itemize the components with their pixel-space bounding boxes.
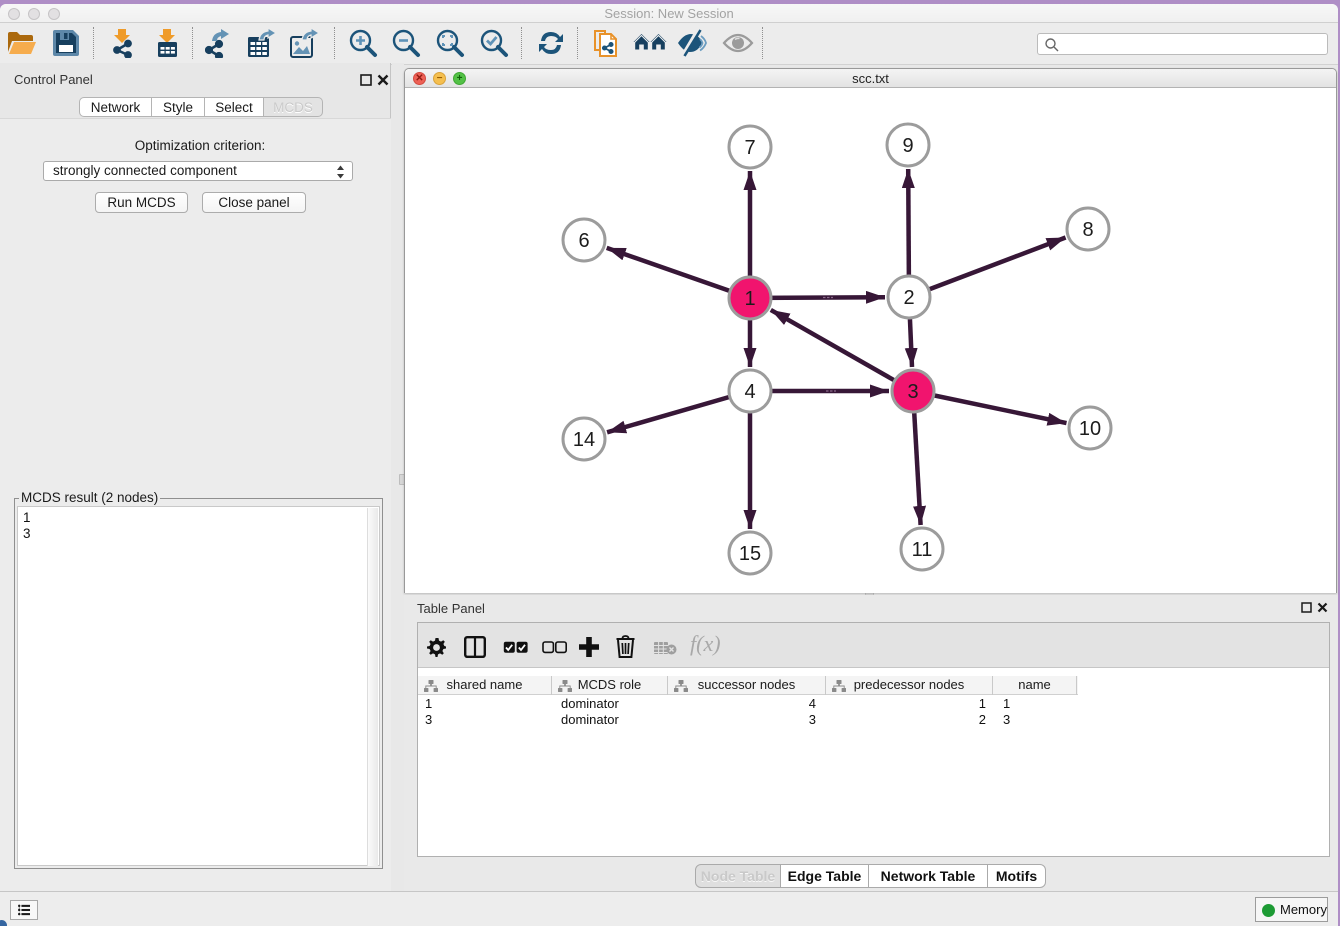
- svg-text:14: 14: [573, 429, 595, 451]
- svg-text:11: 11: [912, 539, 933, 561]
- svg-text:1: 1: [744, 288, 755, 310]
- svg-text:8: 8: [1082, 219, 1093, 241]
- svg-text:9: 9: [902, 135, 913, 157]
- svg-text:6: 6: [578, 230, 589, 252]
- svg-text:4: 4: [744, 381, 755, 403]
- svg-text:10: 10: [1079, 418, 1101, 440]
- svg-text:2: 2: [903, 287, 914, 309]
- svg-text:15: 15: [739, 543, 761, 565]
- svg-text:3: 3: [907, 381, 918, 403]
- svg-text:7: 7: [744, 137, 755, 159]
